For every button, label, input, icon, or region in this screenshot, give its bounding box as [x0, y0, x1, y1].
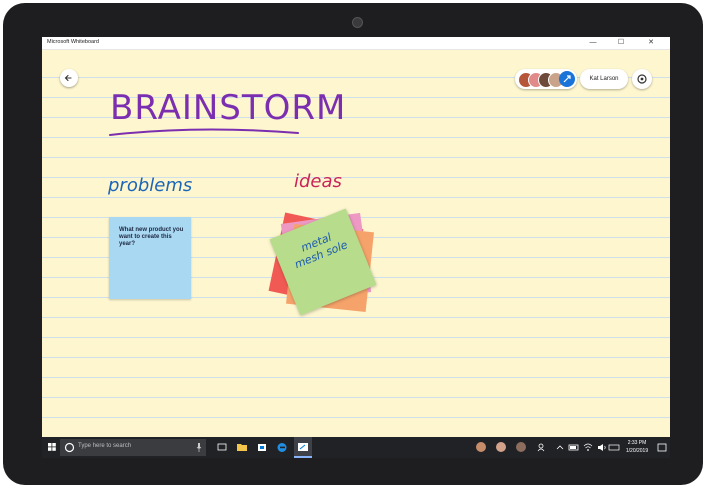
whiteboard-taskbar-button[interactable] [294, 437, 312, 458]
volume-control[interactable] [596, 437, 608, 458]
ideas-label: ideas [294, 171, 342, 192]
people-button[interactable] [536, 437, 548, 458]
close-button[interactable]: ✕ [640, 37, 662, 49]
notification-icon [657, 443, 667, 452]
avatar [516, 442, 526, 452]
cortana-icon [64, 442, 75, 453]
volume-icon [598, 444, 606, 451]
title-bar: Microsoft Whiteboard — ☐ ✕ [42, 37, 670, 50]
screen: Microsoft Whiteboard — ☐ ✕ Kat Larson BR… [42, 37, 670, 458]
settings-button[interactable] [632, 69, 652, 89]
people-icon [537, 443, 545, 452]
problems-label: problems [108, 175, 193, 196]
back-arrow-icon [64, 74, 72, 82]
collaborators-group[interactable] [515, 69, 577, 89]
people-contact[interactable] [474, 437, 488, 458]
clock-time: 2:33 PM [627, 440, 647, 446]
keyboard-icon [608, 444, 620, 451]
battery-indicator[interactable] [568, 437, 580, 458]
task-view-button[interactable] [214, 437, 230, 458]
windows-icon [48, 443, 56, 451]
show-hidden-icons[interactable] [554, 437, 566, 458]
gear-icon [637, 74, 647, 84]
avatar [476, 442, 486, 452]
chevron-up-icon [556, 445, 564, 450]
people-contact[interactable] [514, 437, 528, 458]
people-contact[interactable] [494, 437, 508, 458]
whiteboard-canvas[interactable]: Kat Larson BRAINSTORM problems ideas Wha… [42, 50, 670, 429]
share-button[interactable] [559, 71, 575, 87]
whiteboard-icon [298, 443, 308, 451]
wifi-icon [583, 443, 593, 451]
sticky-note-blue[interactable]: What new product you want to create this… [109, 217, 191, 299]
sticky-note-text: What new product you want to create this… [119, 227, 184, 247]
sticky-note-text: metal mesh sole [292, 230, 350, 272]
tablet-device: Microsoft Whiteboard — ☐ ✕ Kat Larson BR… [3, 3, 703, 485]
taskbar: Type here to search 2:33 PM 1/20/2019 [42, 437, 670, 458]
start-button[interactable] [45, 437, 59, 458]
app-title: Microsoft Whiteboard [47, 39, 99, 45]
keyboard-indicator[interactable] [608, 437, 620, 458]
avatar [496, 442, 506, 452]
edge-icon [277, 443, 287, 452]
minimize-button[interactable]: — [582, 37, 604, 49]
camera [352, 17, 363, 28]
battery-icon [568, 444, 579, 451]
user-button[interactable]: Kat Larson [580, 69, 628, 89]
store-button[interactable] [254, 437, 270, 458]
microphone-icon [196, 443, 202, 452]
system-clock[interactable]: 2:33 PM 1/20/2019 [620, 439, 654, 455]
wifi-indicator[interactable] [582, 437, 594, 458]
folder-icon [237, 444, 247, 451]
maximize-button[interactable]: ☐ [610, 37, 632, 49]
file-explorer-button[interactable] [234, 437, 250, 458]
back-button[interactable] [60, 69, 78, 87]
store-icon [258, 444, 266, 451]
taskbar-search[interactable]: Type here to search [60, 439, 206, 456]
search-placeholder: Type here to search [78, 443, 132, 449]
task-view-icon [217, 443, 227, 451]
brainstorm-heading: BRAINSTORM [110, 88, 347, 128]
action-center-button[interactable] [656, 437, 668, 458]
heading-underline [109, 128, 299, 136]
share-icon [563, 75, 571, 83]
clock-date: 1/20/2019 [625, 448, 649, 454]
edge-button[interactable] [274, 437, 290, 458]
